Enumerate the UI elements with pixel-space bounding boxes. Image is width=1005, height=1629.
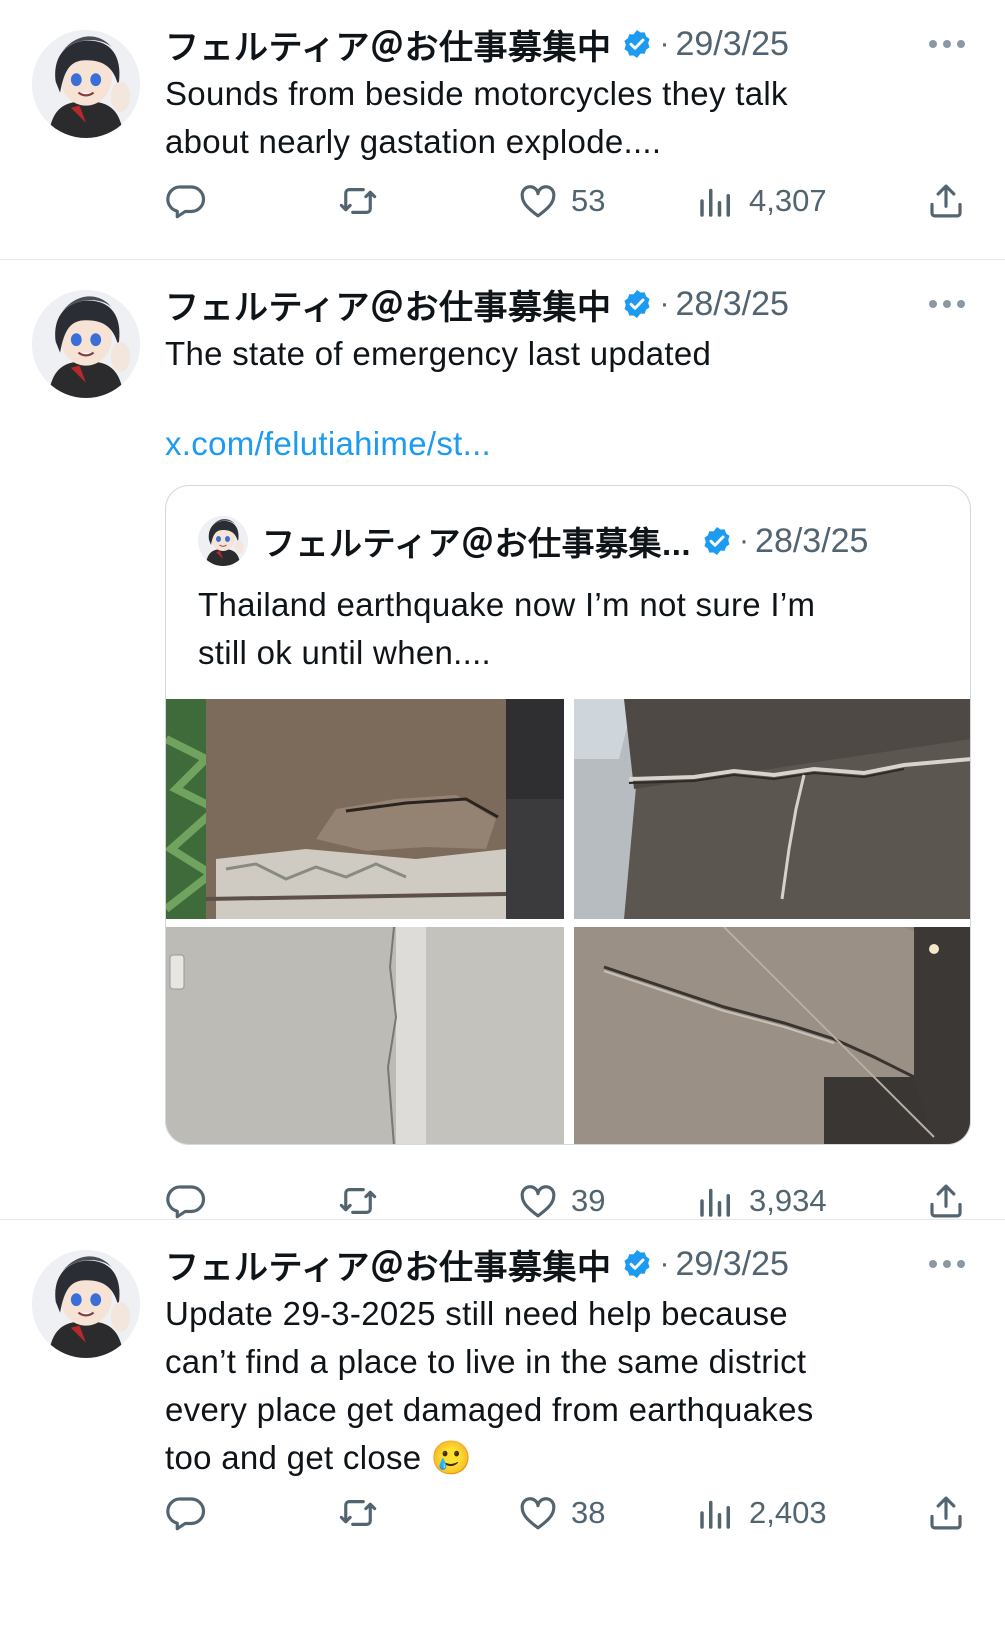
tweet-link[interactable]: x.com/felutiahime/st...: [165, 425, 491, 463]
quoted-tweet-date: 28/3/25: [755, 521, 869, 560]
verified-badge-icon: [701, 525, 733, 557]
text-line: every place get damaged from earthquakes: [165, 1391, 814, 1428]
share-icon: [925, 1180, 967, 1222]
quoted-tweet-text: Thailand earthquake now I’m not sure I’m…: [198, 581, 938, 677]
text-line: Thailand earthquake now I’m not sure I’m: [198, 586, 816, 623]
retweet-icon: [337, 1492, 379, 1534]
tweet-actions: 38 2,403: [165, 1492, 967, 1536]
text-line: about nearly gastation explode....: [165, 123, 662, 160]
tweet-header: フェルティア＠お仕事募集中 · 29/3/25: [165, 1244, 789, 1287]
verified-badge-icon: [621, 28, 653, 60]
tweet-actions: 39 3,934: [165, 1180, 967, 1224]
like-count: 39: [571, 1183, 606, 1218]
more-options-icon[interactable]: [927, 298, 967, 310]
quoted-avatar: [198, 516, 248, 566]
tweet-actions: 53 4,307: [165, 180, 967, 224]
verified-badge-icon: [621, 288, 653, 320]
views-button[interactable]: 3,934: [695, 1180, 827, 1222]
views-icon: [695, 180, 737, 222]
text-line: The state of emergency last updated: [165, 335, 712, 372]
tweet-text: Sounds from beside motorcycles they talk…: [165, 70, 945, 166]
tweet-text: Update 29-3-2025 still need help because…: [165, 1290, 945, 1482]
avatar[interactable]: [32, 1250, 140, 1358]
photo-cracked-pillar[interactable]: [166, 699, 564, 919]
retweet-button[interactable]: [337, 1492, 379, 1534]
share-button[interactable]: [925, 180, 967, 222]
more-options-icon[interactable]: [927, 1258, 967, 1270]
share-icon: [925, 180, 967, 222]
retweet-icon: [337, 180, 379, 222]
tweet[interactable]: フェルティア＠お仕事募集中 · 28/3/25 The state of eme…: [0, 260, 1005, 1220]
quoted-tweet-header: フェルティア＠お仕事募集... · 28/3/25: [198, 516, 868, 566]
like-button[interactable]: 38: [517, 1492, 605, 1534]
avatar[interactable]: [32, 290, 140, 398]
retweet-button[interactable]: [337, 180, 379, 222]
like-count: 38: [571, 1495, 606, 1530]
reply-button[interactable]: [165, 1180, 207, 1222]
views-icon: [695, 1180, 737, 1222]
quoted-author-name: フェルティア＠お仕事募集...: [262, 525, 692, 562]
photo-cracked-wall-corner[interactable]: [166, 927, 564, 1144]
view-count: 4,307: [749, 183, 827, 218]
reply-icon: [165, 1180, 207, 1222]
tweet-date[interactable]: 29/3/25: [675, 25, 788, 64]
share-button[interactable]: [925, 1180, 967, 1222]
text-line: Sounds from beside motorcycles they talk: [165, 75, 788, 112]
view-count: 2,403: [749, 1495, 827, 1530]
tweet-header: フェルティア＠お仕事募集中 · 28/3/25: [165, 284, 789, 327]
author-name[interactable]: フェルティア＠お仕事募集中: [165, 1240, 611, 1289]
separator: ·: [659, 287, 670, 320]
tweet[interactable]: フェルティア＠お仕事募集中 · 29/3/25 Update 29-3-2025…: [0, 1220, 1005, 1629]
tweet-header: フェルティア＠お仕事募集中 · 29/3/25: [165, 24, 789, 67]
views-button[interactable]: 2,403: [695, 1492, 827, 1534]
avatar[interactable]: [32, 30, 140, 138]
like-button[interactable]: 39: [517, 1180, 605, 1222]
photo-cracked-ceiling[interactable]: [574, 699, 970, 919]
reply-icon: [165, 180, 207, 222]
more-options-icon[interactable]: [927, 38, 967, 50]
share-icon: [925, 1492, 967, 1534]
retweet-button[interactable]: [337, 1180, 379, 1222]
verified-badge-icon: [621, 1248, 653, 1280]
views-button[interactable]: 4,307: [695, 180, 827, 222]
like-count: 53: [571, 183, 606, 218]
retweet-icon: [337, 1180, 379, 1222]
tweet-date[interactable]: 28/3/25: [675, 285, 788, 324]
tweet-date[interactable]: 29/3/25: [675, 1245, 788, 1284]
photo-grid: [166, 699, 970, 1144]
heart-icon: [517, 1492, 559, 1534]
text-line: still ok until when....: [198, 634, 492, 671]
view-count: 3,934: [749, 1183, 827, 1218]
views-icon: [695, 1492, 737, 1534]
text-line: too and get close 🥲: [165, 1439, 473, 1476]
reply-icon: [165, 1492, 207, 1534]
author-name[interactable]: フェルティア＠お仕事募集中: [165, 20, 611, 69]
photo-cracked-curved-wall[interactable]: [574, 927, 970, 1144]
heart-icon: [517, 180, 559, 222]
quoted-tweet[interactable]: フェルティア＠お仕事募集... · 28/3/25 Thailand earth…: [165, 485, 971, 1145]
reply-button[interactable]: [165, 1492, 207, 1534]
heart-icon: [517, 1180, 559, 1222]
reply-button[interactable]: [165, 180, 207, 222]
author-name[interactable]: フェルティア＠お仕事募集中: [165, 280, 611, 329]
tweet[interactable]: フェルティア＠お仕事募集中 · 29/3/25 Sounds from besi…: [0, 0, 1005, 260]
separator: ·: [659, 27, 670, 60]
separator: ·: [659, 1247, 670, 1280]
text-line: Update 29-3-2025 still need help because: [165, 1295, 788, 1332]
share-button[interactable]: [925, 1492, 967, 1534]
separator: ·: [739, 524, 750, 557]
text-line: can’t find a place to live in the same d…: [165, 1343, 807, 1380]
like-button[interactable]: 53: [517, 180, 605, 222]
tweet-text: The state of emergency last updated: [165, 330, 945, 378]
